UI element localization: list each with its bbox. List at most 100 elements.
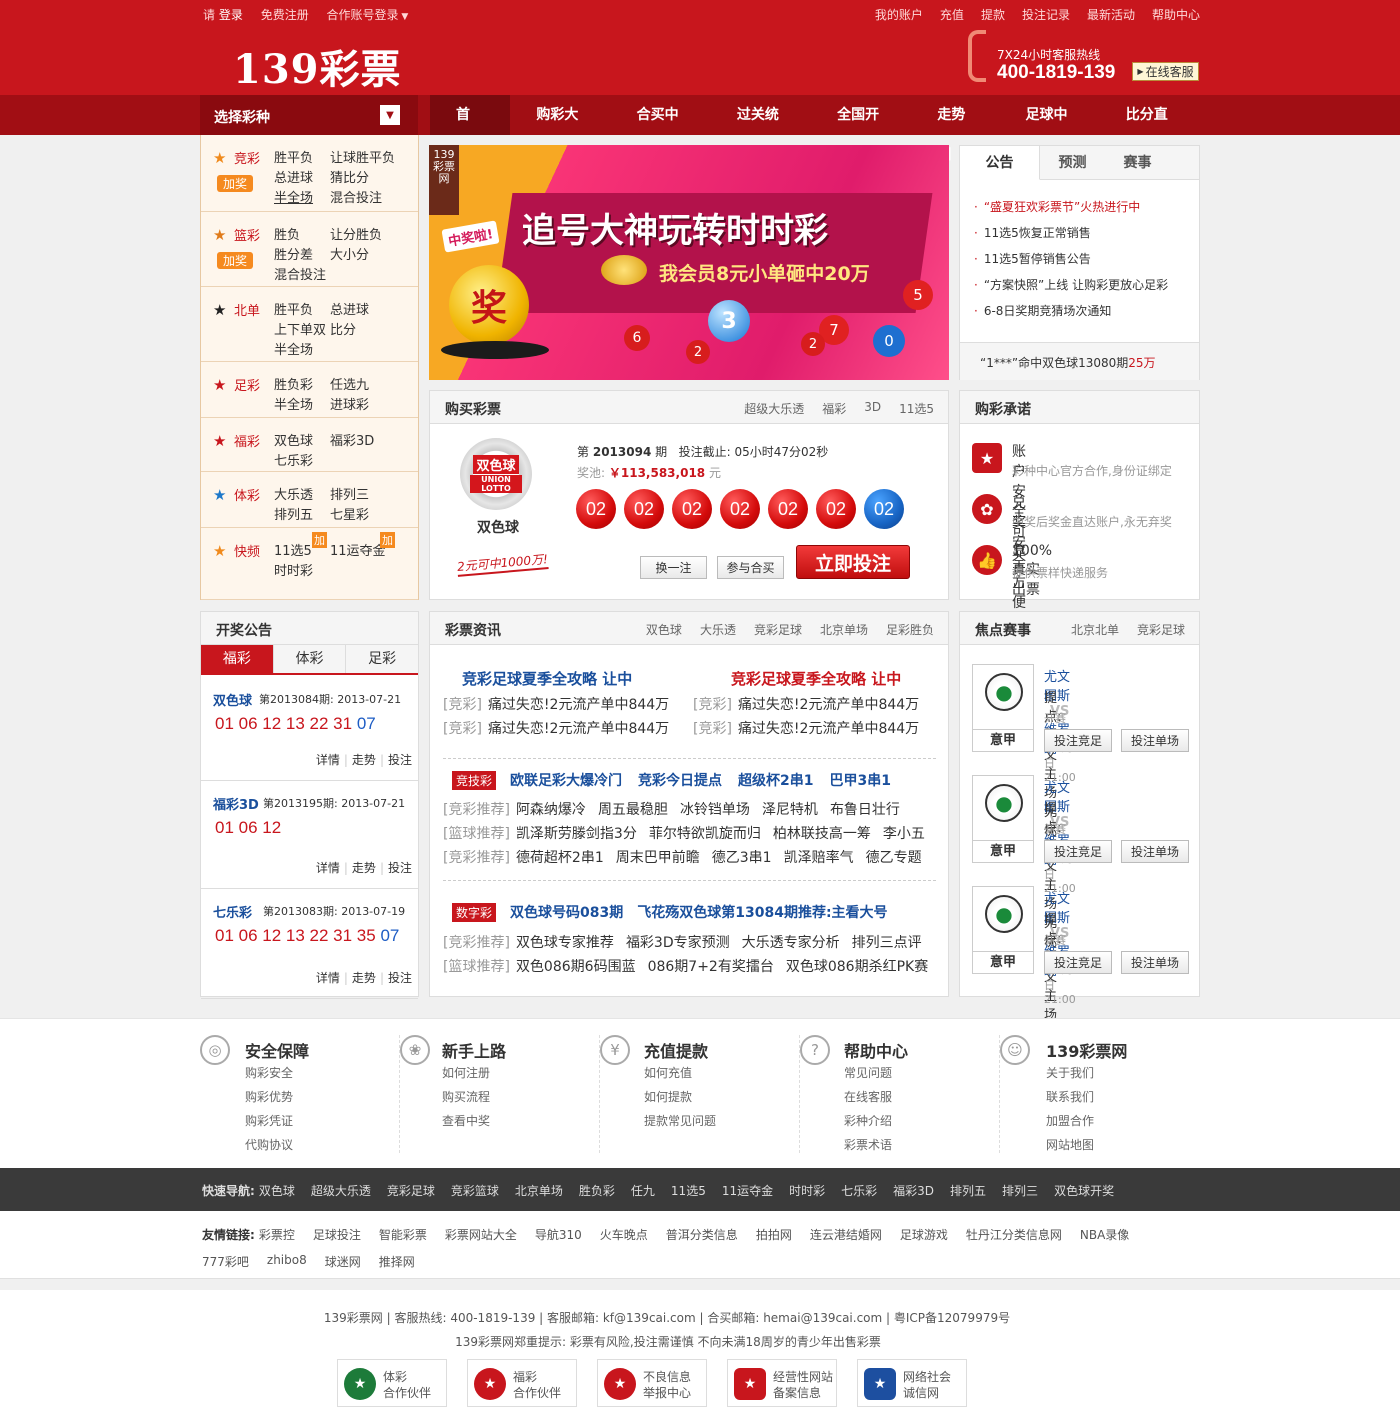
account-link[interactable]: 投注记录: [1022, 6, 1070, 23]
help-link[interactable]: 购彩安全: [245, 1064, 293, 1081]
notice-item[interactable]: · “盛夏狂欢彩票节”火热进行中: [974, 198, 1168, 224]
lottery-play-link[interactable]: 胜平负: [274, 299, 313, 318]
news-tab[interactable]: 北京单场: [820, 621, 868, 638]
lottery-play-link[interactable]: 胜分差: [274, 244, 313, 263]
news-tab[interactable]: 足彩胜负: [886, 621, 934, 638]
detail-link[interactable]: 详情: [316, 971, 340, 985]
lottery-type-name[interactable]: 篮彩: [234, 225, 260, 244]
bet-now-button[interactable]: 立即投注: [796, 545, 910, 579]
quick-nav-link[interactable]: 福彩3D: [893, 1182, 934, 1199]
red-ball[interactable]: 02: [816, 489, 856, 529]
news-link[interactable]: 李小五: [883, 823, 925, 847]
lottery-play-link[interactable]: 比分: [330, 319, 356, 338]
news-link[interactable]: 排列三点评: [852, 932, 922, 956]
lottery-play-link[interactable]: 胜负: [274, 224, 300, 243]
quick-nav-link[interactable]: 时时彩: [789, 1182, 825, 1199]
friend-link[interactable]: 推择网: [379, 1253, 415, 1270]
help-link[interactable]: 加盟合作: [1046, 1112, 1094, 1129]
friend-link[interactable]: 拍拍网: [756, 1226, 792, 1243]
draw-lottery-name[interactable]: 福彩3D: [213, 794, 259, 813]
nav-item[interactable]: 合买中心: [611, 95, 711, 163]
quick-nav-link[interactable]: 超级大乐透: [311, 1182, 371, 1199]
promo-banner[interactable]: 139彩票网 追号大神玩转时时彩 我会员8元小单砸中20万 中奖啦! 奖 6 2…: [429, 145, 949, 380]
news-link[interactable]: 德乙专题: [866, 847, 922, 871]
news-headline[interactable]: 超级杯2串1: [738, 770, 813, 790]
notice-tab[interactable]: 公告: [960, 146, 1040, 180]
buy-tab[interactable]: 超级大乐透: [744, 400, 804, 417]
bet-single-button[interactable]: 投注单场: [1121, 951, 1189, 974]
friend-link[interactable]: 足球投注: [313, 1226, 361, 1243]
help-link[interactable]: 提款常见问题: [644, 1112, 716, 1129]
lottery-play-link[interactable]: 混合投注: [330, 187, 382, 206]
nav-item[interactable]: 首 页: [430, 95, 511, 163]
union-lotto-logo[interactable]: 双色球 UNION LOTTO: [460, 438, 532, 510]
help-link[interactable]: 关于我们: [1046, 1064, 1094, 1081]
lottery-type-name[interactable]: 快频: [234, 541, 260, 560]
news-link[interactable]: 菲尔特欲凯旋而归: [649, 823, 761, 847]
help-link[interactable]: 如何充值: [644, 1064, 692, 1081]
red-ball[interactable]: 02: [720, 489, 760, 529]
lottery-play-link[interactable]: 让分胜负: [330, 224, 382, 243]
friend-link[interactable]: 普洱分类信息: [666, 1226, 738, 1243]
draw-tab[interactable]: 体彩: [272, 645, 346, 673]
news-headline[interactable]: 欧联足彩大爆冷门: [510, 770, 622, 790]
bet-jingzu-button[interactable]: 投注竞足: [1044, 729, 1112, 752]
buy-tab[interactable]: 福彩: [822, 400, 846, 417]
league-logo[interactable]: ● 意甲: [972, 886, 1034, 974]
quick-nav-link[interactable]: 双色球: [259, 1182, 295, 1199]
friend-link[interactable]: 火车晚点: [600, 1226, 648, 1243]
news-link[interactable]: 周五最稳胆: [598, 799, 668, 823]
lottery-type-name[interactable]: 竞彩: [234, 148, 260, 167]
partner-login-link[interactable]: 合作账号登录: [327, 8, 399, 22]
lottery-play-link[interactable]: 半全场: [274, 394, 313, 413]
focus-tab[interactable]: 北京北单: [1071, 621, 1119, 638]
help-link[interactable]: 如何提款: [644, 1088, 692, 1105]
lottery-play-link[interactable]: 排列五: [274, 504, 313, 523]
friend-link[interactable]: zhibo8: [267, 1253, 307, 1270]
lottery-play-link[interactable]: 上下单双: [274, 319, 326, 338]
bet-link[interactable]: 投注: [388, 753, 412, 767]
lottery-play-link[interactable]: 大乐透: [274, 484, 313, 503]
account-link[interactable]: 充值: [940, 6, 964, 23]
partner-badge[interactable]: ★ 经营性网站 备案信息: [727, 1359, 837, 1407]
focus-tab[interactable]: 竞彩足球: [1137, 621, 1185, 638]
lottery-play-link[interactable]: 11运夺金: [330, 540, 386, 559]
nav-item[interactable]: 比分直播: [1100, 95, 1200, 163]
account-link[interactable]: 最新活动: [1087, 6, 1135, 23]
login-link[interactable]: 登录: [219, 8, 243, 22]
quick-nav-link[interactable]: 排列三: [1002, 1182, 1038, 1199]
lottery-play-link[interactable]: 排列三: [330, 484, 369, 503]
friend-link[interactable]: 彩票网站大全: [445, 1226, 517, 1243]
random-pick-button[interactable]: 换一注: [640, 556, 707, 579]
notice-tab[interactable]: 赛事: [1105, 146, 1170, 180]
bet-single-button[interactable]: 投注单场: [1121, 729, 1189, 752]
news-link[interactable]: 凯泽赔率气: [784, 847, 854, 871]
trend-link[interactable]: 走势: [352, 861, 376, 875]
lottery-type-name[interactable]: 北单: [234, 300, 260, 319]
help-link[interactable]: 常见问题: [844, 1064, 892, 1081]
friend-link[interactable]: NBA录像: [1080, 1226, 1129, 1243]
lottery-play-link[interactable]: 大小分: [330, 244, 369, 263]
league-logo[interactable]: ● 意甲: [972, 664, 1034, 752]
news-link[interactable]: 双色086期6码围蓝: [516, 956, 636, 980]
quick-nav-link[interactable]: 竞彩足球: [387, 1182, 435, 1199]
notice-item[interactable]: · “方案快照”上线 让购彩更放心足彩: [974, 276, 1168, 302]
lottery-play-link[interactable]: 11选5: [274, 540, 312, 559]
draw-lottery-name[interactable]: 七乐彩: [213, 902, 252, 921]
news-headline[interactable]: 竞彩足球夏季全攻略 让中: [731, 668, 901, 689]
news-link[interactable]: 阿森纳爆冷: [516, 799, 586, 823]
friend-link[interactable]: 牡丹江分类信息网: [966, 1226, 1062, 1243]
lottery-play-link[interactable]: 七乐彩: [274, 450, 313, 469]
red-ball[interactable]: 02: [576, 489, 616, 529]
quick-nav-link[interactable]: 任九: [631, 1182, 655, 1199]
help-link[interactable]: 联系我们: [1046, 1088, 1094, 1105]
trend-link[interactable]: 走势: [352, 753, 376, 767]
help-link[interactable]: 如何注册: [442, 1064, 490, 1081]
select-lottery-dropdown[interactable]: 选择彩种 ▼: [200, 95, 418, 135]
news-item[interactable]: [竞彩] 痛过失恋!2元流产单中844万: [693, 718, 943, 742]
bet-single-button[interactable]: 投注单场: [1121, 840, 1189, 863]
account-link[interactable]: 提款: [981, 6, 1005, 23]
quick-nav-link[interactable]: 七乐彩: [841, 1182, 877, 1199]
detail-link[interactable]: 详情: [316, 753, 340, 767]
draw-tab[interactable]: 福彩: [201, 645, 273, 673]
